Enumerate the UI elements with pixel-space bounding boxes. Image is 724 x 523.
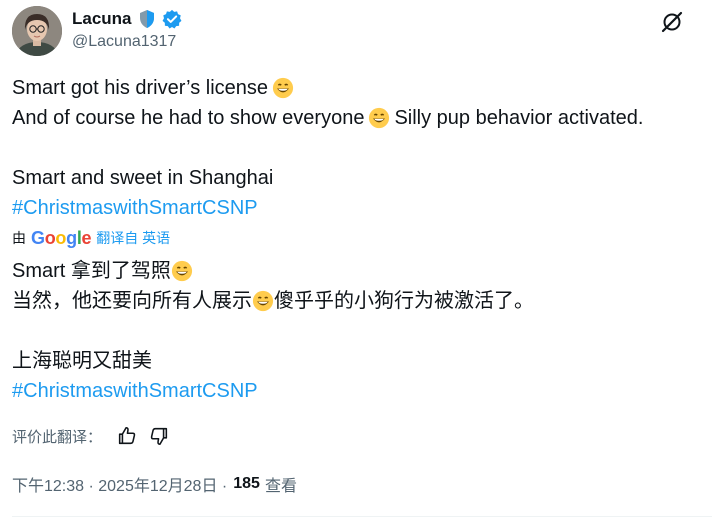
grinning-emoji-icon [171,260,192,282]
translated-line: 当然，他还要向所有人展示 傻乎乎的小狗行为被激活了。 [12,286,534,316]
translated-line: Smart 拿到了驾照 [12,256,534,286]
google-logo: Google [31,227,92,248]
translated-line: 上海聪明又甜美 [12,346,534,376]
verified-badge-icon[interactable] [162,9,182,29]
views-count: 185 [233,475,260,492]
translated-line-text: Smart 拿到了驾照 [12,260,171,282]
hashtag-link[interactable]: #ChristmaswithSmartCSNP [12,193,258,223]
grok-icon[interactable] [660,10,684,34]
post-text: Smart got his driver’s license And of co… [12,73,644,223]
thumbs-down-icon[interactable] [148,425,170,447]
translated-from-link[interactable]: 翻译自 英语 [96,228,170,248]
rate-translation-label: 评价此翻译： [12,428,103,446]
translated-text: Smart 拿到了驾照 当然，他还要向所有人展示 傻乎乎的小狗行为被激活了。 上… [12,256,534,406]
translated-by-prefix: 由 [12,230,26,246]
thumbs-up-icon[interactable] [116,425,138,447]
post-line: Smart and sweet in Shanghai [12,163,644,193]
translated-line-text: 傻乎乎的小狗行为被激活了。 [274,290,534,312]
hashtag-link[interactable]: #ChristmaswithSmartCSNP [12,376,258,406]
translated-line-text: 上海聪明又甜美 [12,350,152,372]
shield-badge-icon [139,10,154,28]
post-line-text: And of course he had to show everyone [12,107,365,129]
post-line: #ChristmaswithSmartCSNP [12,193,644,223]
user-handle[interactable]: @Lacuna1317 [72,33,182,51]
post-line: Smart got his driver’s license [12,73,644,103]
post-line-text: Smart and sweet in Shanghai [12,167,274,189]
grinning-emoji-icon [272,77,294,99]
grinning-emoji-icon [369,107,390,129]
display-name[interactable]: Lacuna [72,9,132,29]
post-line: And of course he had to show everyone Si… [12,103,644,133]
translated-line-text: 当然，他还要向所有人展示 [12,290,252,312]
avatar[interactable] [12,6,62,56]
translated-by-bar: 由 Google 翻译自 英语 [12,226,170,250]
post-line-text: Silly pup behavior activated. [394,107,644,129]
grinning-emoji-icon [252,290,274,312]
divider [12,516,712,517]
translated-line: #ChristmaswithSmartCSNP [12,376,534,406]
rate-translation: 评价此翻译： [12,422,170,450]
post-header: Lacuna @Lacuna1317 [12,6,712,58]
views-label: 查看 [264,478,297,495]
user-names: Lacuna @Lacuna1317 [72,8,182,51]
post-line-text: Smart got his driver’s license [12,77,269,99]
post-meta: 下午12:38 · 2025年12月28日 · 185 查看 [12,472,297,496]
timestamp-link[interactable]: 下午12:38 · 2025年12月28日 · [12,472,227,496]
